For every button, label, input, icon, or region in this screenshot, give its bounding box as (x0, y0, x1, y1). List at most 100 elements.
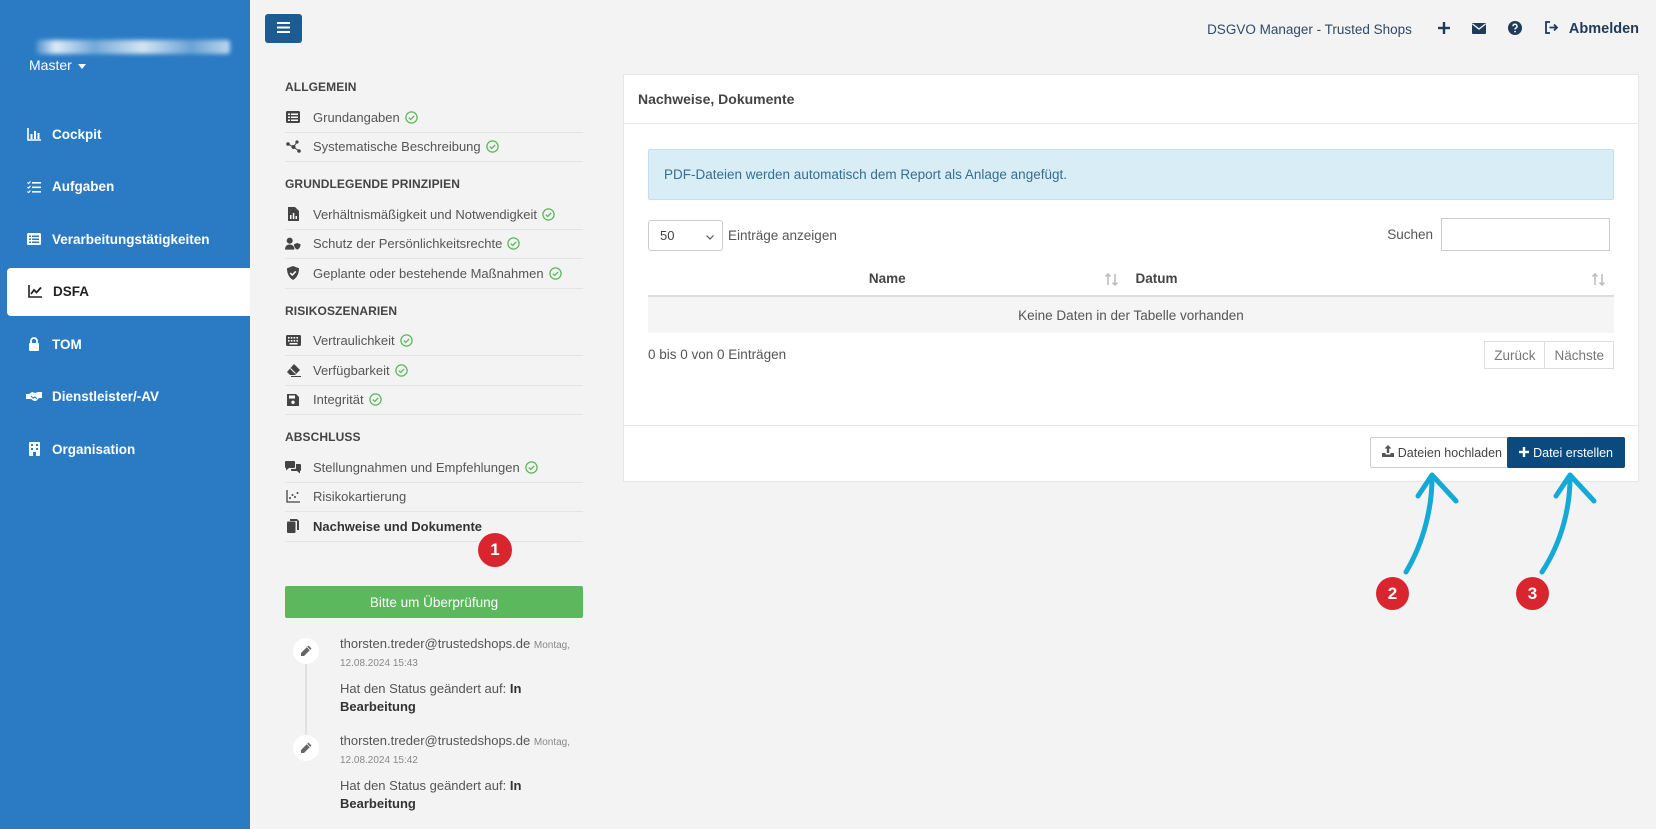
timeline-date: Montag, (533, 640, 571, 651)
menu-item-label: Verhältnismäßigkeit und Notwendigkeit (313, 206, 538, 222)
menu-item-label: Grundangaben (313, 109, 400, 125)
create-file-button[interactable]: Datei erstellen (1507, 437, 1625, 468)
sidebar-item-label: DSFA (53, 284, 90, 299)
help-icon[interactable] (1507, 20, 1522, 38)
pagination-previous[interactable]: Zurück (1484, 341, 1546, 369)
timeline-item: thorsten.treder@trustedshops.de Montag, 1… (285, 733, 585, 818)
menu-item-verfuegbarkeit[interactable]: Verfügbarkeit (285, 356, 583, 386)
building-icon (26, 441, 42, 457)
chevron-down-icon (706, 228, 714, 243)
info-alert: PDF-Dateien werden automatisch dem Repor… (648, 149, 1614, 200)
handshake-icon (26, 389, 42, 405)
sidebar-item-tom[interactable]: TOM (0, 320, 250, 368)
scatter-chart-icon (285, 490, 301, 504)
chart-line-icon (27, 284, 43, 300)
sidebar-item-dienstleister[interactable]: Dienstleister/-AV (0, 373, 250, 421)
topbar: DSGVO Manager - Trusted Shops Abmelden (1207, 17, 1639, 41)
tasks-icon (26, 179, 42, 195)
eraser-icon (285, 363, 301, 377)
menu-item-grundangaben[interactable]: Grundangaben (285, 103, 583, 133)
sidebar-item-cockpit[interactable]: Cockpit (0, 110, 250, 158)
section-allgemein: ALLGEMEIN Grundangaben Systematische Bes… (285, 80, 583, 162)
sidebar-item-label: Cockpit (52, 126, 102, 142)
timeline-date: 12.08.2024 15:42 (340, 755, 418, 766)
plus-icon[interactable] (1437, 21, 1450, 37)
menu-item-integritaet[interactable]: Integrität (285, 386, 583, 415)
check-circle-icon (524, 461, 538, 474)
envelope-icon[interactable] (1471, 22, 1486, 37)
menu-item-schutz-persoenlichkeitsrechte[interactable]: Schutz der Persönlichkeitsrechte (285, 230, 583, 259)
section-title: GRUNDLEGENDE PRINZIPIEN (285, 177, 460, 191)
section-abschluss: ABSCHLUSS Stellungnahmen und Empfehlunge… (285, 430, 583, 542)
timeline-text: Hat den Status geändert auf: (340, 778, 507, 793)
menu-item-nachweise-dokumente[interactable]: Nachweise und Dokumente (285, 512, 583, 542)
activity-timeline: thorsten.treder@trustedshops.de Montag, 1… (285, 636, 585, 829)
panel-footer: Dateien hochladen Datei erstellen (624, 425, 1638, 481)
menu-item-verhaeltnismaessigkeit[interactable]: Verhältnismäßigkeit und Notwendigkeit (285, 200, 583, 230)
timeline-date: 12.08.2024 15:43 (340, 658, 418, 669)
sign-out-icon (1544, 20, 1559, 38)
menu-toggle-button[interactable] (265, 14, 302, 43)
section-title: RISIKOSZENARIEN (285, 303, 398, 318)
menu-item-risikokartierung[interactable]: Risikokartierung (285, 483, 583, 512)
sidebar-item-label: TOM (52, 336, 82, 352)
keyboard-icon (285, 334, 301, 348)
logout-label: Abmelden (1568, 21, 1639, 37)
menu-item-label: Geplante oder bestehende Maßnahmen (313, 265, 544, 281)
annotation-arrow-2 (1403, 475, 1435, 575)
sidebar-item-dsfa[interactable]: DSFA (7, 267, 250, 316)
pagination-next[interactable]: Nächste (1545, 341, 1614, 369)
menu-item-label: Systematische Beschreibung (313, 139, 481, 155)
dsfa-section-menu: ALLGEMEIN Grundangaben Systematische Bes… (285, 80, 583, 557)
check-circle-icon (394, 364, 408, 377)
save-icon (285, 393, 301, 407)
column-label: Name (868, 271, 906, 286)
menu-item-geplante-massnahmen[interactable]: Geplante oder bestehende Maßnahmen (285, 259, 583, 289)
section-title: ABSCHLUSS (285, 430, 361, 444)
upload-files-button[interactable]: Dateien hochladen (1369, 437, 1514, 468)
column-header-name[interactable]: Name (648, 262, 1127, 295)
timeline-item: thorsten.treder@trustedshops.de Montag, 1… (285, 636, 585, 721)
column-header-datum[interactable]: Datum (1127, 262, 1615, 295)
section-risikoszenarien: RISIKOSZENARIEN Vertraulichkeit Verfügba… (285, 303, 583, 415)
annotation-badge-1: 1 (478, 533, 512, 567)
check-circle-icon (507, 237, 521, 250)
logout-button[interactable]: Abmelden (1544, 20, 1639, 38)
search-input[interactable] (1441, 218, 1610, 251)
sidebar-item-organisation[interactable]: Organisation (0, 425, 250, 473)
table-header: Name Datum (648, 262, 1614, 297)
page-length-label: Einträge anzeigen (728, 228, 837, 243)
table-info: 0 bis 0 von 0 Einträgen (648, 347, 787, 362)
sidebar-item-label: Dienstleister/-AV (52, 389, 160, 404)
lock-icon (26, 336, 42, 352)
pagination: Zurück Nächste (1484, 341, 1614, 369)
workspace-dropdown[interactable]: Master (29, 57, 86, 73)
timeline-user: thorsten.treder@trustedshops.de (340, 636, 531, 651)
menu-item-label: Schutz der Persönlichkeitsrechte (313, 236, 503, 252)
copy-icon (285, 519, 301, 534)
documents-panel: Nachweise, Dokumente PDF-Dateien werden … (623, 74, 1639, 482)
panel-title: Nachweise, Dokumente (624, 75, 1638, 124)
review-request-button[interactable]: Bitte um Überprüfung (285, 586, 583, 618)
menu-item-label: Verfügbarkeit (313, 362, 390, 378)
check-circle-icon (405, 111, 418, 124)
chart-bar-icon (26, 126, 42, 142)
menu-item-stellungnahmen[interactable]: Stellungnahmen und Empfehlungen (285, 453, 583, 483)
shield-check-icon (285, 266, 301, 281)
timeline-user: thorsten.treder@trustedshops.de (340, 733, 531, 748)
create-file-label: Datei erstellen (1533, 445, 1613, 460)
timeline-date: Montag, (533, 737, 571, 748)
menu-item-systematische-beschreibung[interactable]: Systematische Beschreibung (285, 133, 583, 162)
check-circle-icon (485, 140, 499, 153)
sidebar-item-aufgaben[interactable]: Aufgaben (0, 163, 250, 211)
pencil-icon (293, 638, 319, 664)
menu-item-vertraulichkeit[interactable]: Vertraulichkeit (285, 327, 583, 356)
sidebar-item-label: Organisation (52, 441, 136, 457)
table-empty-row: Keine Daten in der Tabelle vorhanden (648, 297, 1614, 333)
page-length-select[interactable]: 50 (648, 220, 723, 251)
section-grundlegende-prinzipien: GRUNDLEGENDE PRINZIPIEN Verhältnismäßigk… (285, 177, 583, 289)
sidebar-item-label: Aufgaben (52, 179, 115, 194)
check-circle-icon (399, 334, 413, 347)
sidebar-item-verarbeitungstaetigkeiten[interactable]: Verarbeitungstätigkeiten (0, 215, 250, 263)
network-icon (285, 140, 301, 154)
